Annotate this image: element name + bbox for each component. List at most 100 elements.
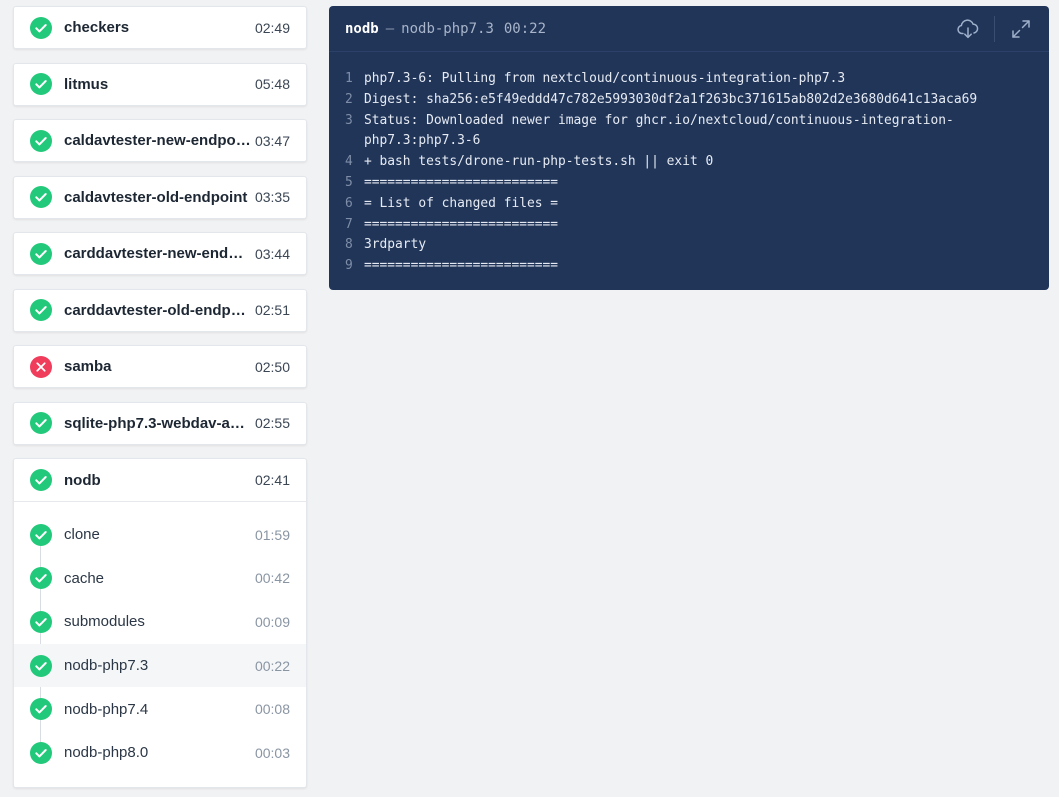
log-line-text: = List of changed files = — [364, 195, 559, 211]
log-line: 6 = List of changed files = — [345, 194, 1049, 215]
stage-card[interactable]: caldavtester-new-endpo… 03:47 — [13, 119, 307, 162]
stage-duration: 02:49 — [254, 19, 290, 36]
stage-name: samba — [64, 358, 112, 375]
step-duration: 00:03 — [254, 744, 290, 761]
cloud-download-icon[interactable] — [956, 17, 980, 41]
log-stage-name: nodb — [345, 20, 379, 37]
success-icon — [30, 567, 52, 590]
step-list: clone 01:59 cache 00:42 submodules 00:09… — [14, 502, 306, 775]
success-icon — [30, 610, 52, 633]
stage-header[interactable]: nodb 02:41 — [14, 459, 306, 502]
stage-name: caldavtester-new-endpo… — [64, 132, 251, 149]
log-duration: 00:22 — [503, 20, 547, 37]
step-item[interactable]: nodb-php7.4 00:08 — [14, 687, 306, 731]
step-name: clone — [64, 526, 100, 544]
log-line: 5 ========================= — [345, 173, 1049, 194]
log-line: 8 3rdparty — [345, 235, 1049, 256]
log-line-text: ========================= — [364, 258, 559, 274]
step-name: submodules — [64, 613, 145, 631]
success-icon — [30, 654, 52, 677]
step-duration: 00:09 — [254, 613, 290, 630]
log-line-text: ========================= — [364, 174, 559, 190]
log-line-number: 4 — [345, 154, 353, 170]
log-line-number: 9 — [345, 258, 353, 274]
stage-card[interactable]: carddavtester-new-end… 03:44 — [13, 232, 307, 275]
log-line-text: ========================= — [364, 216, 559, 232]
stage-card[interactable]: checkers 02:49 — [13, 6, 307, 49]
success-icon — [30, 242, 52, 265]
failure-icon — [30, 355, 52, 378]
success-icon — [30, 73, 52, 95]
stage-name: carddavtester-old-endp… — [64, 301, 246, 319]
log-line-number: 5 — [345, 174, 353, 190]
log-line-number: 6 — [345, 195, 353, 211]
success-icon — [30, 129, 52, 152]
success-icon — [30, 412, 52, 434]
stage-card-expanded: nodb 02:41 clone 01:59 cache 00:42 submo… — [13, 458, 307, 788]
header-divider — [994, 15, 995, 42]
log-line: 2 Digest: sha256:e5f49eddd47c782e5993030d… — [345, 90, 1049, 111]
log-line-number: 7 — [345, 216, 353, 232]
step-item[interactable]: nodb-php8.0 00:03 — [14, 731, 306, 775]
log-line-number: 3 — [345, 112, 353, 128]
log-separator: — — [385, 20, 395, 37]
success-icon — [30, 698, 52, 721]
step-name: nodb-php7.4 — [64, 700, 149, 718]
success-icon — [30, 16, 52, 39]
stage-duration: 02:41 — [254, 472, 290, 488]
log-output: 1 php7.3-6: Pulling from nextcloud/contin… — [329, 52, 1049, 277]
stage-card[interactable]: carddavtester-old-endp… 02:51 — [13, 288, 307, 332]
stage-duration: 05:48 — [254, 76, 290, 92]
log-line: 7 ========================= — [345, 215, 1049, 236]
step-duration: 00:42 — [254, 570, 290, 587]
stage-card[interactable]: caldavtester-old-endpoint 03:35 — [13, 175, 307, 219]
log-line-number: 1 — [345, 71, 353, 86]
stage-name: caldavtester-old-endpoint — [64, 188, 248, 206]
success-icon — [30, 186, 52, 208]
stage-duration: 03:47 — [254, 132, 290, 149]
log-line-number: 8 — [345, 237, 353, 253]
stage-name: nodb — [64, 471, 101, 489]
pipeline-stage-list: checkers 02:49 litmus 05:48 caldavtester… — [13, 6, 307, 788]
stage-duration: 02:51 — [254, 302, 290, 318]
step-name: nodb-php8.0 — [64, 744, 149, 762]
log-line-text: Digest: sha256:e5f49eddd47c782e5993030df… — [364, 91, 978, 107]
stage-card[interactable]: samba 02:50 — [13, 345, 307, 388]
stage-duration: 03:44 — [254, 245, 290, 262]
log-line-text: 3rdparty — [364, 237, 427, 253]
log-step-name: nodb-php7.3 — [401, 20, 494, 37]
log-header: nodb — nodb-php7.3 00:22 — [329, 6, 1049, 52]
log-line: 3 Status: Downloaded newer image for ghcr… — [345, 111, 1049, 153]
stage-duration: 02:50 — [254, 358, 290, 375]
success-icon — [30, 741, 52, 764]
stage-name: checkers — [64, 19, 130, 36]
step-duration: 00:08 — [254, 701, 290, 718]
success-icon — [30, 299, 52, 321]
step-item[interactable]: cache 00:42 — [14, 557, 306, 601]
stage-duration: 03:35 — [254, 189, 290, 205]
step-item-selected[interactable]: nodb-php7.3 00:22 — [14, 643, 306, 688]
log-line-text: php7.3-6: Pulling from nextcloud/continu… — [364, 71, 846, 86]
step-duration: 01:59 — [254, 526, 290, 543]
stage-name: litmus — [64, 75, 109, 93]
log-line-text: Status: Downloaded newer image for ghcr.… — [364, 112, 954, 149]
log-line-number: 2 — [345, 91, 353, 107]
success-icon — [30, 523, 52, 546]
log-line: 4 + bash tests/drone-run-php-tests.sh || … — [345, 152, 1049, 173]
step-item[interactable]: submodules 00:09 — [14, 600, 306, 644]
step-name: cache — [64, 569, 105, 587]
step-item[interactable]: clone 01:59 — [14, 513, 306, 557]
stage-name: carddavtester-new-end… — [64, 245, 244, 262]
stage-card[interactable]: litmus 05:48 — [13, 62, 307, 106]
log-line: 9 ========================= — [345, 256, 1049, 277]
step-duration: 00:22 — [254, 657, 290, 674]
stage-name: sqlite-php7.3-webdav-a… — [64, 414, 245, 432]
log-line: 1 php7.3-6: Pulling from nextcloud/contin… — [345, 69, 1049, 90]
log-line-text: + bash tests/drone-run-php-tests.sh || e… — [364, 154, 714, 170]
success-icon — [30, 469, 52, 491]
log-panel: nodb — nodb-php7.3 00:22 1 php7.3-6: Pull… — [329, 6, 1049, 290]
expand-icon[interactable] — [1009, 17, 1033, 41]
stage-duration: 02:55 — [254, 415, 290, 431]
stage-card[interactable]: sqlite-php7.3-webdav-a… 02:55 — [13, 401, 307, 445]
step-name: nodb-php7.3 — [64, 657, 149, 675]
